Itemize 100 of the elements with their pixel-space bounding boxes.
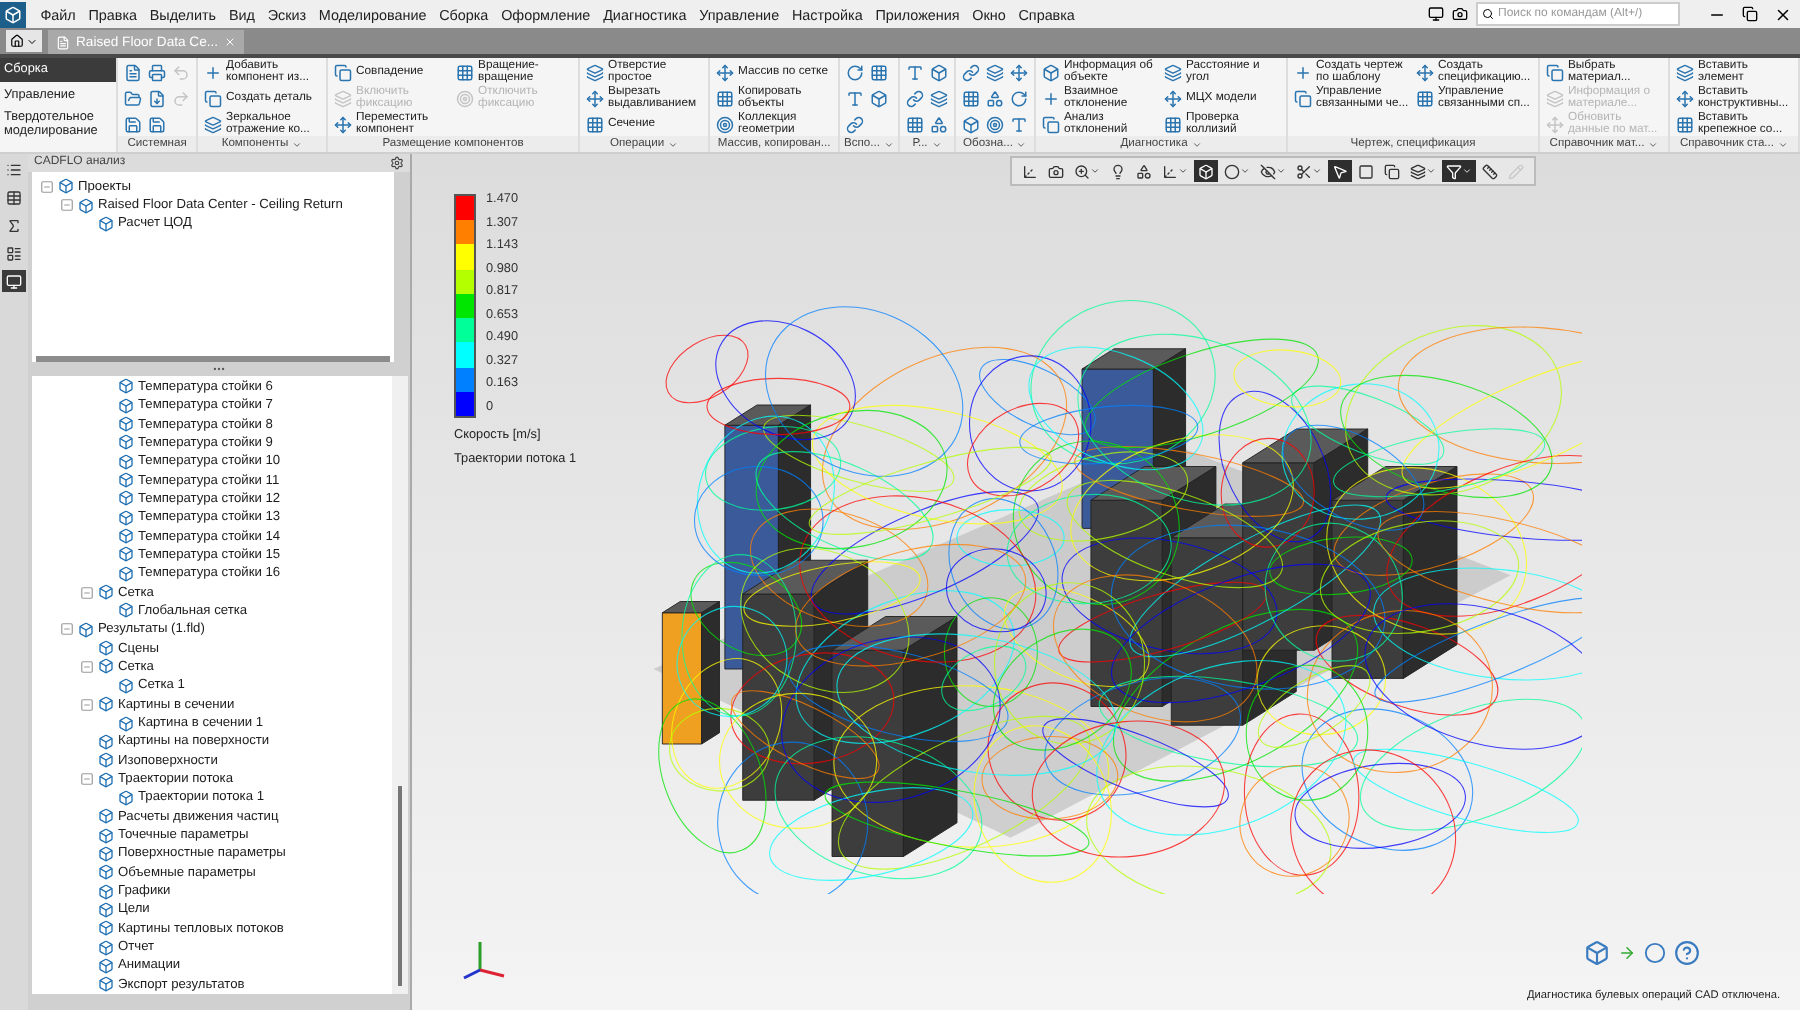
cube-icon — [1042, 63, 1060, 81]
monitor-icon[interactable] — [1428, 6, 1444, 22]
cube-icon[interactable] — [870, 89, 889, 107]
shapes-icon[interactable] — [930, 115, 948, 133]
grid-icon[interactable] — [962, 89, 980, 107]
layers-icon — [204, 115, 223, 133]
caret-icon — [1426, 166, 1436, 176]
rotate-icon[interactable] — [1010, 89, 1028, 107]
help-icon[interactable] — [1674, 940, 1700, 966]
link-icon[interactable] — [962, 63, 980, 81]
view-tool-button[interactable] — [1018, 160, 1042, 182]
collapse-icon[interactable] — [80, 585, 94, 600]
close-icon[interactable] — [1774, 5, 1792, 23]
camera-icon — [1048, 163, 1064, 179]
collapse-icon[interactable] — [80, 659, 94, 674]
view-tool-button[interactable] — [1194, 160, 1218, 182]
move-icon — [586, 89, 605, 107]
collapse-icon[interactable] — [60, 622, 74, 637]
ruler-icon — [1482, 163, 1498, 179]
target-icon[interactable] — [986, 115, 1004, 133]
new-file-icon[interactable] — [124, 63, 143, 81]
view-tool-button[interactable] — [1292, 160, 1326, 182]
file-download-icon[interactable] — [148, 89, 167, 107]
collapse-icon[interactable] — [40, 179, 54, 194]
grid-icon[interactable] — [906, 115, 924, 133]
collapse-icon[interactable] — [60, 198, 74, 213]
cube-icon — [118, 602, 134, 619]
caret-icon[interactable] — [1648, 139, 1659, 149]
view-tool-button[interactable] — [1478, 160, 1502, 182]
cube-icon[interactable] — [1584, 940, 1610, 966]
collapse-icon[interactable] — [80, 697, 94, 712]
cube-icon — [98, 584, 114, 601]
plus-icon — [1294, 63, 1312, 81]
shapes-icon[interactable] — [986, 89, 1004, 107]
view-tool-button[interactable] — [1406, 160, 1440, 182]
sphere-icon — [1224, 163, 1240, 179]
home-icon — [10, 34, 24, 48]
cube-icon — [118, 677, 134, 694]
table-icon — [6, 189, 22, 205]
monitor-button[interactable] — [2, 270, 26, 292]
layout-list-button[interactable] — [2, 242, 26, 264]
arrow-icon[interactable] — [1618, 944, 1636, 962]
settings-icon[interactable] — [390, 155, 404, 170]
cube-icon — [78, 621, 94, 638]
save-icon[interactable] — [148, 115, 167, 133]
view-tool-button[interactable] — [1442, 160, 1476, 182]
open-folder-icon[interactable] — [124, 89, 143, 107]
text-icon[interactable] — [1010, 115, 1028, 133]
caret-icon — [1312, 166, 1322, 176]
shapes-icon — [1136, 163, 1152, 179]
view-tool-button[interactable] — [1132, 160, 1156, 182]
layers-icon[interactable] — [986, 63, 1004, 81]
caret-icon[interactable] — [668, 139, 679, 149]
print-icon[interactable] — [148, 63, 167, 81]
caret-icon — [1276, 166, 1286, 176]
caret-icon — [1240, 166, 1250, 176]
app-logo[interactable] — [0, 1, 26, 27]
move-icon — [716, 63, 735, 81]
caret-icon[interactable] — [1778, 139, 1789, 149]
layers-icon[interactable] — [930, 89, 948, 107]
scrollbar-thumb[interactable] — [398, 786, 402, 986]
cube-icon[interactable] — [962, 115, 980, 133]
cube-icon — [58, 178, 74, 195]
move-icon — [1164, 89, 1182, 107]
restore-icon[interactable] — [1742, 6, 1758, 22]
collapse-icon[interactable] — [80, 772, 94, 787]
text-icon[interactable] — [906, 63, 924, 81]
caret-icon[interactable] — [884, 139, 894, 149]
view-tool-button[interactable] — [1380, 160, 1404, 182]
rotate-icon[interactable] — [846, 63, 865, 81]
pointer-icon — [1332, 163, 1348, 179]
table-button[interactable] — [2, 186, 26, 208]
view-tool-button[interactable] — [1044, 160, 1068, 182]
camera-icon[interactable] — [1452, 6, 1468, 22]
save-icon[interactable] — [124, 115, 143, 133]
move-icon[interactable] — [1010, 63, 1028, 81]
link-icon[interactable] — [906, 89, 924, 107]
caret-icon[interactable] — [292, 139, 303, 149]
home-button[interactable] — [6, 30, 42, 52]
text-icon[interactable] — [846, 89, 865, 107]
view-tool-button[interactable] — [1328, 160, 1352, 182]
sphere-icon[interactable] — [1644, 942, 1666, 964]
view-tool-button[interactable] — [1256, 160, 1290, 182]
grid-icon[interactable] — [870, 63, 889, 81]
axis-triad-icon — [460, 938, 508, 982]
caret-icon[interactable] — [931, 139, 942, 149]
view-tool-button[interactable] — [1070, 160, 1104, 182]
grid-icon — [716, 89, 735, 107]
view-tool-button[interactable] — [1158, 160, 1192, 182]
cube-icon — [118, 789, 134, 806]
cube-icon[interactable] — [930, 63, 948, 81]
grid-icon — [586, 115, 605, 133]
axes-icon — [1162, 163, 1178, 179]
link-icon[interactable] — [846, 115, 865, 133]
copy-icon — [1546, 63, 1564, 81]
copy-icon — [1384, 163, 1400, 179]
lamp-icon — [1110, 163, 1126, 179]
caret-icon[interactable] — [1016, 139, 1027, 149]
caret-icon[interactable] — [1191, 139, 1202, 149]
view-tool-button[interactable] — [1220, 160, 1254, 182]
